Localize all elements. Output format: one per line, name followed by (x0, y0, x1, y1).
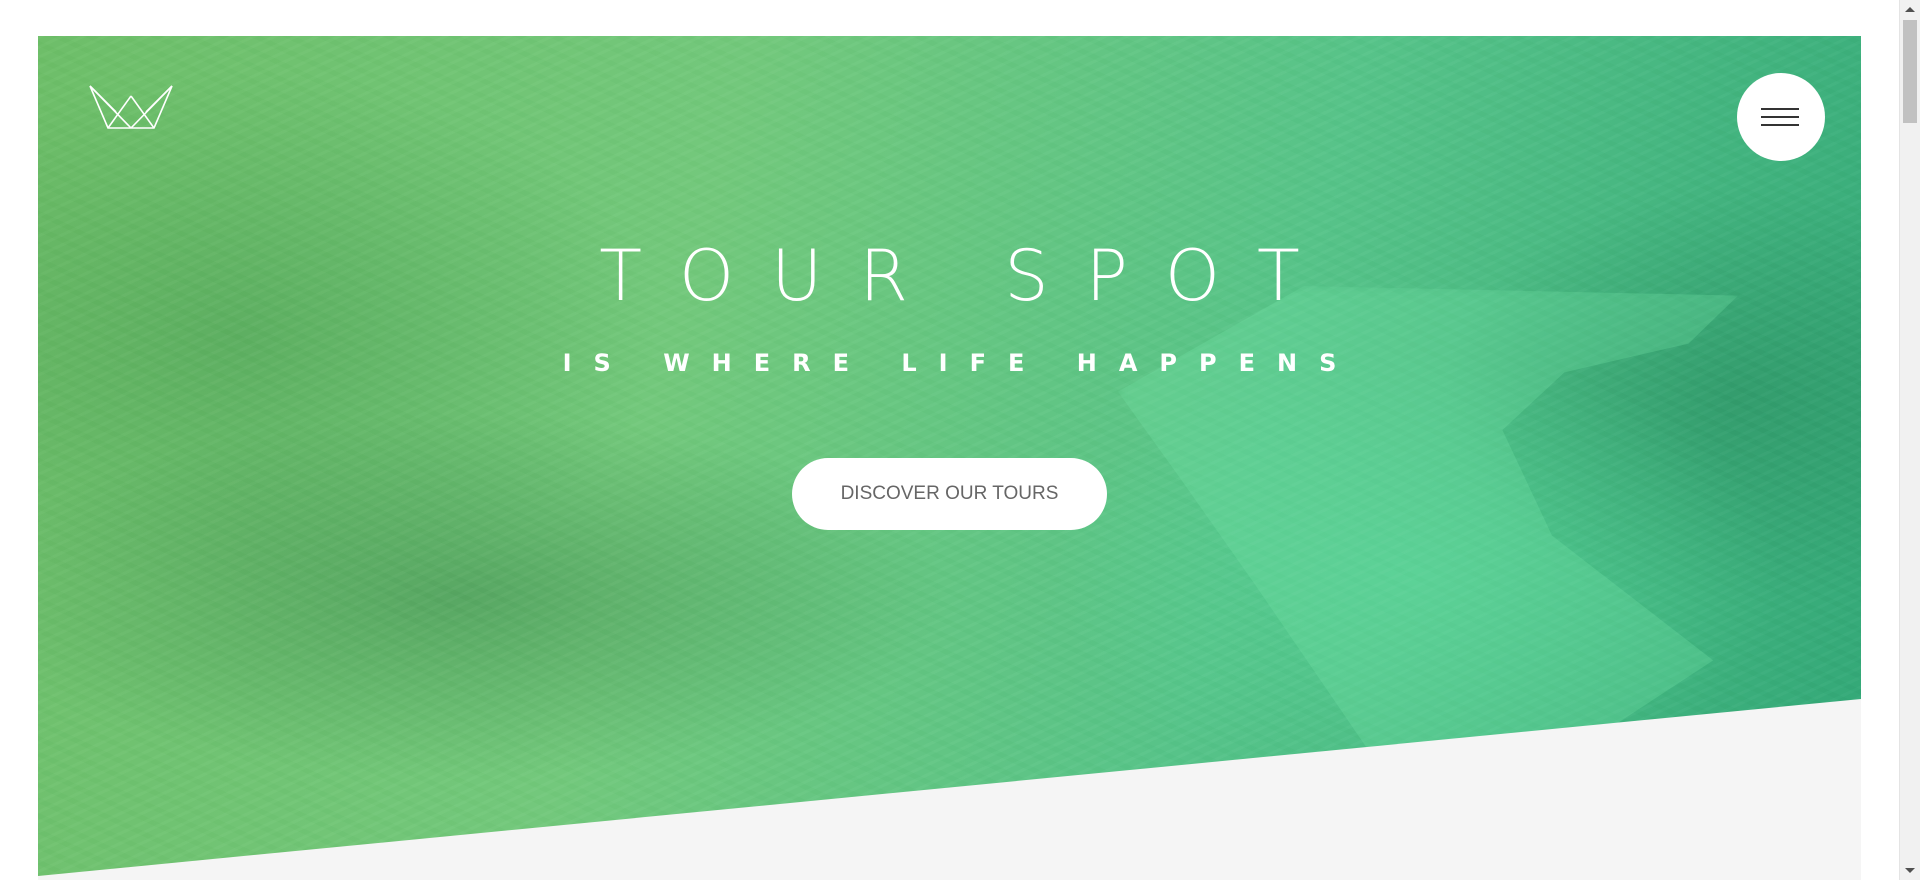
crown-logo[interactable] (88, 84, 174, 130)
crown-icon (89, 85, 173, 129)
hamburger-menu-icon-bar (1761, 124, 1799, 126)
hamburger-menu-icon (1761, 108, 1799, 110)
left-frame (0, 0, 38, 880)
hero-subtitle: IS WHERE LIFE HAPPENS (562, 349, 1359, 377)
top-frame (0, 0, 1899, 36)
discover-tours-button[interactable]: DISCOVER OUR TOURS (792, 458, 1107, 530)
hero-title: TOUR SPOT (599, 235, 1337, 317)
scrollbar-thumb[interactable] (1903, 20, 1917, 123)
scroll-down-arrow-icon[interactable] (1905, 868, 1915, 873)
hamburger-menu-icon-bar (1761, 116, 1799, 118)
page: TOUR SPOT IS WHERE LIFE HAPPENS DISCOVER… (0, 0, 1899, 880)
menu-button[interactable] (1737, 73, 1825, 161)
scroll-up-arrow-icon[interactable] (1905, 7, 1915, 12)
vertical-scrollbar[interactable] (1899, 0, 1920, 880)
right-frame (1861, 0, 1899, 880)
